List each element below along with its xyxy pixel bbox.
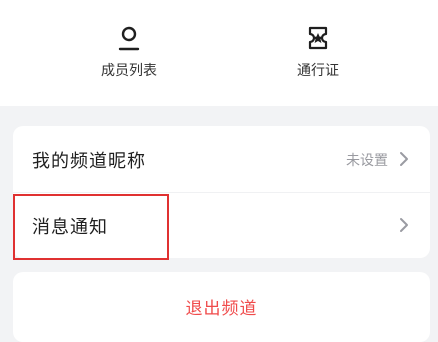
chevron-right-icon — [398, 150, 410, 168]
leave-channel-button[interactable]: 退出频道 — [13, 272, 430, 342]
person-icon — [115, 24, 143, 52]
ticket-icon — [304, 24, 332, 52]
nickname-label: 我的频道昵称 — [32, 151, 146, 172]
pass-label: 通行证 — [297, 63, 339, 79]
shortcut-panel: 成员列表 通行证 — [0, 0, 438, 106]
highlight-box — [13, 194, 169, 260]
leave-channel-label: 退出频道 — [185, 299, 258, 319]
nickname-row[interactable]: 我的频道昵称 未设置 — [13, 126, 430, 192]
members-list-label: 成员列表 — [101, 63, 157, 79]
nickname-value: 未设置 — [346, 153, 388, 169]
pass-button[interactable]: 通行证 — [248, 0, 388, 106]
members-list-button[interactable]: 成员列表 — [59, 0, 199, 106]
chevron-right-icon — [398, 216, 410, 234]
